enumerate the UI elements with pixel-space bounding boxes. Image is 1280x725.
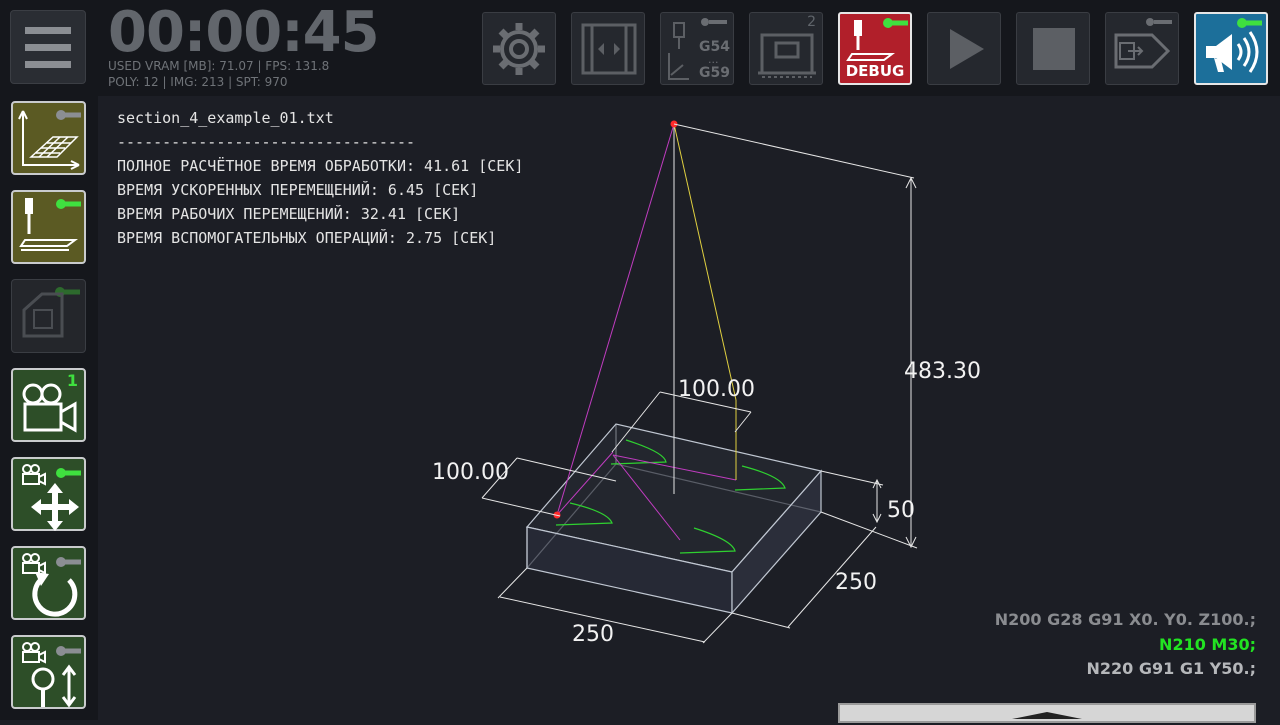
poly-img-stats: POLY: 12 | IMG: 213 | SPT: 970 [108, 75, 288, 89]
debug-label: DEBUG [845, 62, 905, 80]
work-offset-icon: G54 ... G59 [668, 18, 730, 81]
grid-view-button[interactable] [11, 101, 86, 175]
camera-rotate-button[interactable] [11, 546, 86, 620]
video-camera-icon [22, 383, 77, 433]
dim-block-height-label: 50 [887, 498, 915, 523]
hamburger-bar [25, 44, 71, 51]
gcode-current-line: N210 M30; [1159, 635, 1256, 654]
elapsed-timer: 00:00:45 [108, 0, 380, 65]
sound-button[interactable] [1194, 12, 1268, 85]
machine-icon [22, 287, 80, 338]
dim-height-label: 483.30 [904, 359, 981, 384]
dim-block-width-label: 250 [572, 622, 614, 647]
toolpath-view-button[interactable] [11, 190, 86, 264]
rotate-icon [22, 553, 81, 617]
debug-button[interactable]: DEBUG [838, 12, 912, 85]
export-button[interactable] [1105, 12, 1179, 85]
machine-setup-button[interactable]: 2 [749, 12, 823, 85]
stop-icon [1033, 28, 1075, 70]
chevron-up-icon [1012, 712, 1082, 719]
gcode-previous-line: N200 G28 G91 X0. Y0. Z100.; [994, 610, 1256, 629]
pan-arrows-icon [22, 464, 81, 531]
export-icon [1114, 18, 1172, 69]
hamburger-icon [25, 27, 71, 34]
camera-pan-button[interactable] [11, 457, 86, 531]
vram-fps-stats: USED VRAM [MB]: 71.07 | FPS: 131.8 [108, 59, 330, 73]
play-icon [950, 29, 984, 69]
gcode-next-line: N220 G91 G1 Y50.; [1086, 659, 1257, 678]
dim-top-width-label: 100.00 [678, 377, 755, 402]
menu-button[interactable] [10, 10, 86, 84]
machine-view-button[interactable] [11, 279, 86, 353]
gear-icon [493, 23, 545, 75]
stop-button[interactable] [1016, 12, 1090, 85]
work-offset-button[interactable]: G54 ... G59 [660, 12, 734, 85]
zoom-icon [22, 642, 81, 708]
grid-axes-icon [18, 110, 81, 170]
tool-icon [19, 198, 81, 251]
dim-top-depth-label: 100.00 [432, 460, 509, 485]
hamburger-bar [25, 61, 71, 68]
bottom-panel-handle[interactable] [838, 703, 1256, 723]
doors-icon [581, 23, 637, 75]
work-offset-label-bottom: G59 [699, 65, 730, 81]
speaker-icon [1206, 18, 1262, 73]
machine-icon [758, 33, 816, 78]
camera-select-button[interactable]: 1 [11, 368, 86, 442]
settings-button[interactable] [482, 12, 556, 85]
camera-zoom-button[interactable] [11, 635, 86, 709]
machine-doors-button[interactable] [571, 12, 645, 85]
dim-block-depth-label: 250 [835, 570, 877, 595]
play-button[interactable] [927, 12, 1001, 85]
